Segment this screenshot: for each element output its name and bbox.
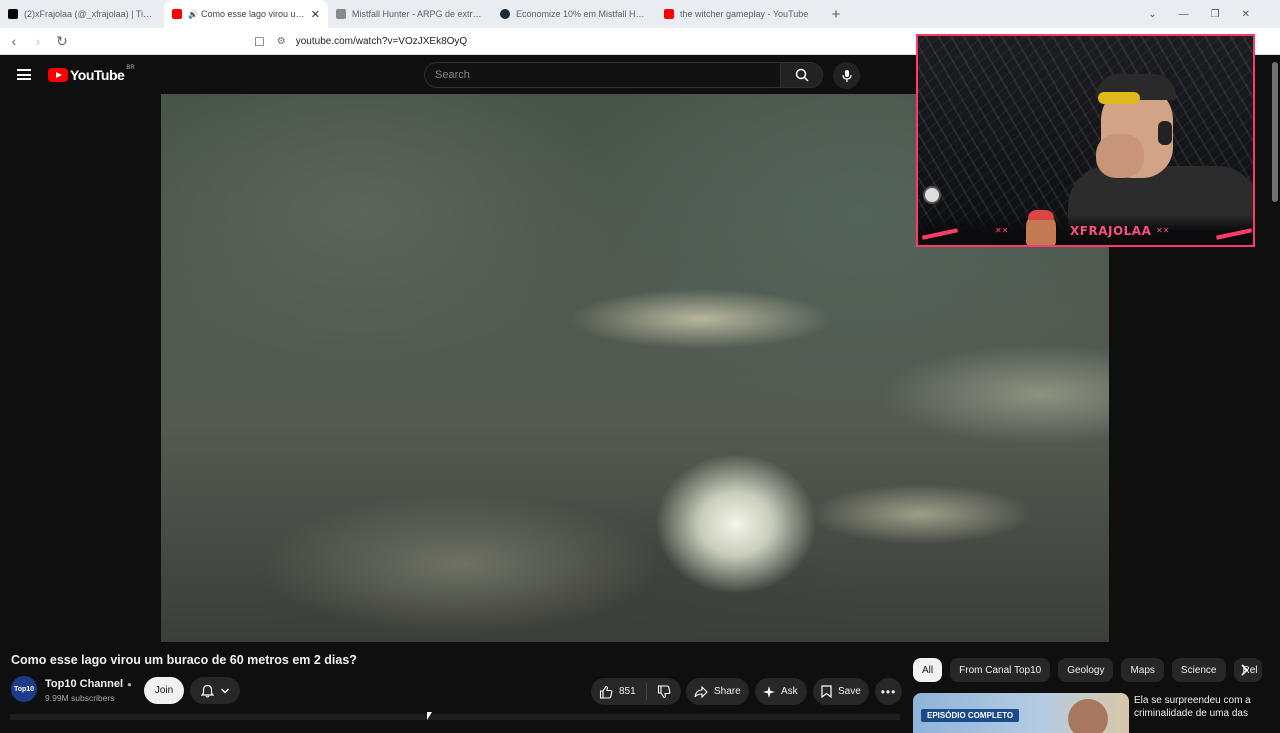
like-button[interactable]: 851 (591, 683, 647, 700)
dislike-button[interactable] (647, 684, 671, 699)
chip-science[interactable]: Science (1171, 658, 1226, 682)
channel-avatar-text: Top10 (13, 685, 35, 693)
bell-icon (200, 684, 214, 698)
chevron-down-icon (220, 688, 229, 693)
chip-from-channel[interactable]: From Canal Top10 (950, 658, 1051, 682)
channel-avatar[interactable]: Top10 (11, 676, 37, 702)
restore-icon[interactable]: ❐ (1211, 9, 1220, 20)
share-label: Share (714, 686, 741, 697)
reload-icon[interactable]: ↻ (52, 33, 72, 50)
video-title: Como esse lago virou um buraco de 60 met… (11, 653, 357, 667)
url-text[interactable]: youtube.com/watch?v=VOzJXEk8OyQ (296, 36, 467, 47)
chip-maps[interactable]: Maps (1121, 658, 1164, 682)
chips-next-button[interactable] (1232, 658, 1256, 682)
streamer-webcam-overlay: ✕✕ XFRAJOLAA ✕✕ (916, 34, 1255, 247)
minimize-icon[interactable]: — (1179, 9, 1189, 20)
youtube-favicon-icon (172, 9, 182, 19)
x-mark-icon: ✕✕ (1156, 226, 1170, 235)
more-icon: ••• (880, 684, 897, 699)
more-actions-button[interactable]: ••• (875, 678, 902, 705)
save-button[interactable]: Save (813, 678, 869, 705)
window-controls: ⌄ — ❐ ✕ (1148, 0, 1280, 28)
country-code: BR (126, 65, 135, 71)
steam-favicon-icon (500, 9, 510, 19)
mistfall-favicon-icon (336, 9, 346, 19)
tab-title: Mistfall Hunter - ARPG de extração d (352, 9, 484, 19)
youtube-play-icon (48, 68, 68, 82)
tab-title: (2)xFrajolaa (@_xfrajolaa) | TikTok (24, 9, 156, 19)
ask-button[interactable]: Ask (755, 678, 807, 705)
tab-title: Economize 10% em Mistfall Hunter n (516, 9, 648, 19)
streamer-avatar (1026, 210, 1056, 245)
new-tab-button[interactable]: + (824, 2, 848, 26)
thumbs-up-icon (599, 685, 613, 699)
ask-label: Ask (781, 686, 798, 697)
browser-tab-bar: (2)xFrajolaa (@_xfrajolaa) | TikTok 🔊 Co… (0, 0, 1280, 28)
recommendation-chips: All From Canal Top10 Geology Maps Scienc… (913, 658, 1262, 682)
channel-name[interactable]: Top10 Channel (45, 678, 123, 690)
mic-icon (841, 69, 852, 82)
forward-icon[interactable]: › (28, 33, 48, 49)
close-window-icon[interactable]: ✕ (1242, 9, 1250, 20)
page-bottom-bar (10, 714, 900, 720)
voice-search-button[interactable] (833, 62, 860, 89)
search-button[interactable] (781, 62, 823, 88)
join-button[interactable]: Join (144, 677, 184, 704)
channel-name-row[interactable]: Top10 Channel ● (45, 678, 132, 690)
thumbs-down-icon (657, 684, 671, 698)
subscription-bell-button[interactable] (190, 677, 240, 704)
like-count: 851 (619, 686, 636, 697)
tab-title: Como esse lago virou um bu (200, 9, 307, 19)
youtube-favicon-icon (664, 9, 674, 19)
verified-icon: ● (127, 679, 132, 689)
streamer-hand (1096, 134, 1144, 178)
bookmark-icon[interactable]: ☐ (254, 35, 265, 49)
share-icon (694, 685, 708, 698)
tab-mistfall[interactable]: Mistfall Hunter - ARPG de extração d (328, 0, 492, 28)
x-mark-icon: ✕✕ (995, 226, 1009, 235)
like-dislike-group: 851 (591, 678, 681, 705)
site-info-icon[interactable]: ⚙ (277, 36, 286, 47)
tab-list-icon[interactable]: ⌄ (1148, 9, 1156, 20)
tab-current-video[interactable]: 🔊 Como esse lago virou um bu ✕ (164, 0, 328, 28)
search-bar: Search (424, 62, 823, 88)
tab-tiktok[interactable]: (2)xFrajolaa (@_xfrajolaa) | TikTok (0, 0, 164, 28)
streamer-name: XFRAJOLAA (1070, 224, 1152, 238)
headset-icon (1158, 121, 1172, 145)
soccer-ball-icon (923, 186, 941, 204)
tab-close-icon[interactable]: ✕ (311, 8, 320, 21)
back-icon[interactable]: ‹ (4, 33, 24, 49)
search-icon (795, 68, 809, 82)
save-label: Save (838, 686, 861, 697)
sparkle-icon (763, 685, 775, 698)
mouse-cursor-icon (427, 712, 432, 720)
chevron-right-icon (1241, 664, 1248, 676)
speaker-icon[interactable]: 🔊 (188, 10, 198, 19)
tab-title: the witcher gameplay - YouTube (680, 9, 809, 19)
subscriber-count: 9.99M subscribers (45, 693, 115, 703)
page-scrollbar[interactable] (1272, 62, 1278, 202)
search-input[interactable]: Search (424, 62, 781, 88)
youtube-logo[interactable]: YouTube BR (48, 65, 135, 83)
tiktok-icon (8, 9, 18, 19)
tab-witcher[interactable]: the witcher gameplay - YouTube (656, 0, 820, 28)
share-button[interactable]: Share (686, 678, 749, 705)
streamer-cap-brim (1098, 92, 1140, 104)
episode-badge: EPISÓDIO COMPLETO (921, 709, 1020, 722)
chip-all[interactable]: All (913, 658, 943, 682)
recommended-video-thumbnail[interactable]: EPISÓDIO COMPLETO (913, 693, 1129, 733)
save-icon (821, 685, 832, 698)
menu-icon[interactable] (17, 69, 31, 80)
recommended-video-title[interactable]: Ela se surpreendeu com a criminalidade d… (1134, 694, 1274, 720)
tab-steam[interactable]: Economize 10% em Mistfall Hunter n (492, 0, 656, 28)
chip-geology[interactable]: Geology (1058, 658, 1114, 682)
thumbnail-person (1068, 699, 1108, 733)
logo-text: YouTube (70, 67, 125, 83)
